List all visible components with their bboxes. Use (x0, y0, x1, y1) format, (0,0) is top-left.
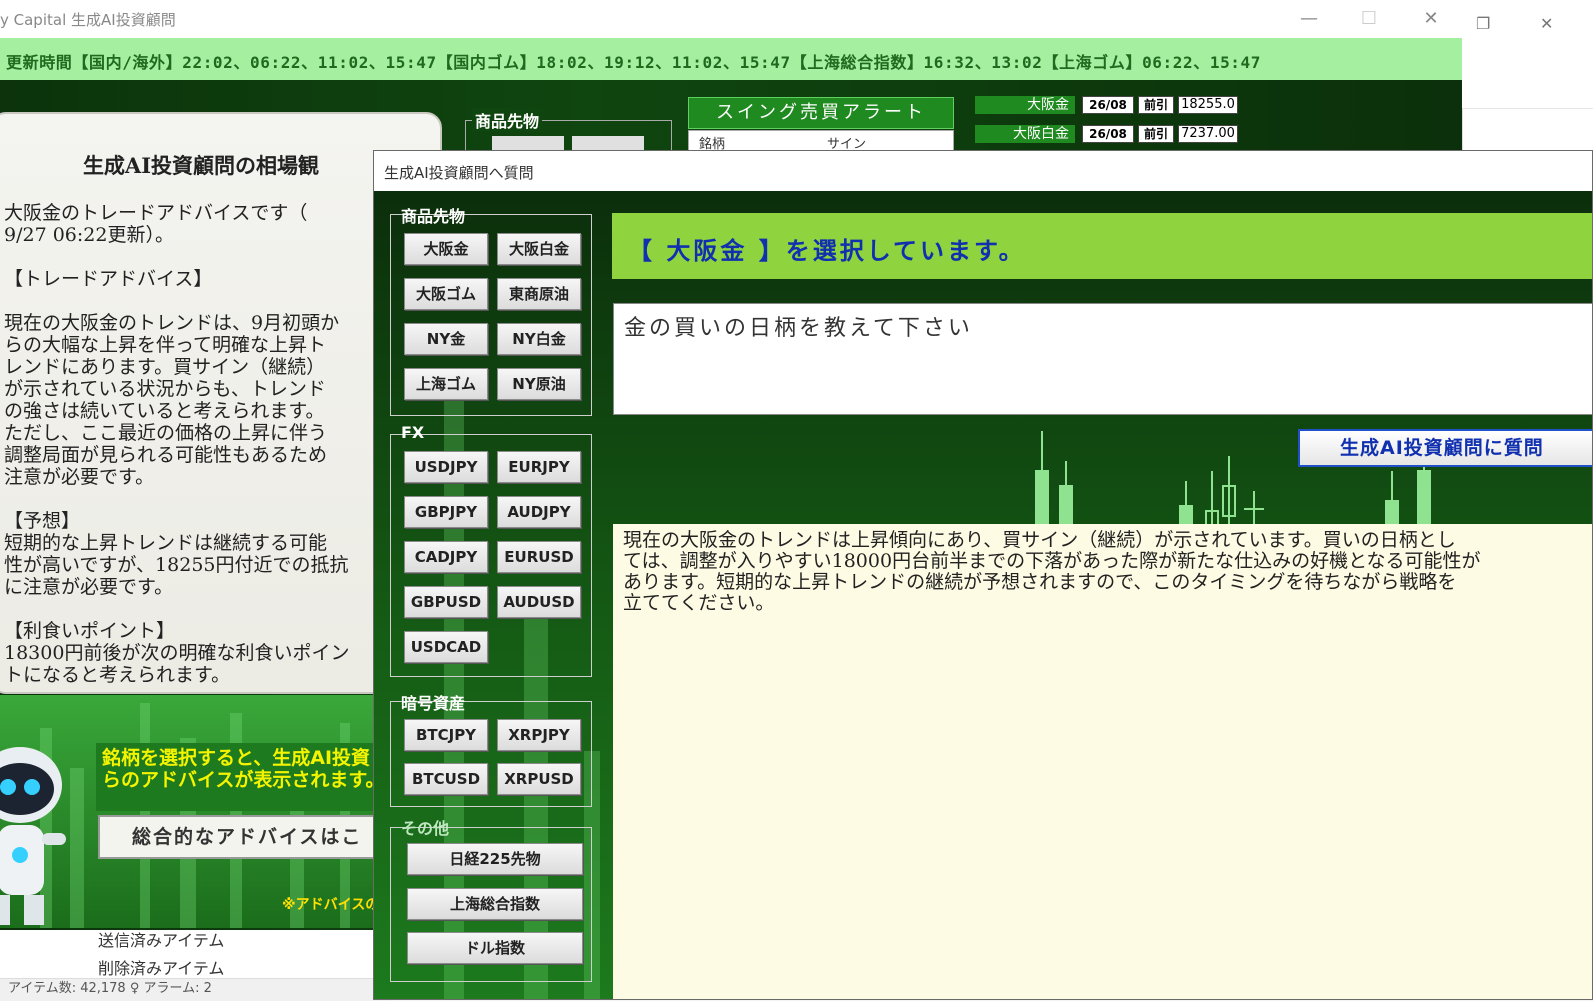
update-time-bar: 更新時間【国内/海外】22:02、06:22、11:02、15:47【国内ゴム】… (0, 38, 1462, 80)
market-view-text: 大阪金のトレードアドバイスです（ 9/27 06:22更新）。 【トレードアドバ… (4, 202, 350, 686)
ticker-name: 大阪金 (975, 96, 1075, 114)
overall-advice-button[interactable]: 総合的なアドバイスはこ (98, 815, 380, 859)
btn-osaka-gold[interactable]: 大阪金 (404, 233, 488, 265)
btn-nikkei225-futures[interactable]: 日経225先物 (407, 843, 583, 875)
ticker-date: 26/08 (1082, 125, 1134, 143)
btn-dollar-index[interactable]: ドル指数 (407, 932, 583, 964)
ask-advisor-button[interactable]: 生成AI投資顧問に質問 (1298, 429, 1592, 467)
commodity-group-label: 商品先物 (401, 207, 466, 226)
btn-tocom-crude[interactable]: 東商原油 (497, 278, 581, 310)
selection-banner: 【 大阪金 】を選択しています。 (612, 213, 1592, 279)
btn-audusd[interactable]: AUDUSD (497, 586, 581, 618)
btn-gbpjpy[interactable]: GBPJPY (404, 496, 488, 528)
main-titlebar: y Capital 生成AI投資顧問 — ☐ ✕ (0, 0, 1462, 38)
btn-eurjpy[interactable]: EURJPY (497, 451, 581, 483)
btn-ny-platinum[interactable]: NY白金 (497, 323, 581, 355)
main-window-title: y Capital 生成AI投資顧問 (0, 11, 176, 29)
btn-btcusd[interactable]: BTCUSD (404, 763, 488, 795)
ticker-price: 7237.00 (1178, 125, 1238, 143)
other-group-label: その他 (401, 819, 450, 838)
btn-usdcad[interactable]: USDCAD (404, 631, 488, 663)
answer-content: 現在の大阪金のトレンドは上昇傾向にあり、買サイン（継続）が示されています。買いの… (623, 529, 1481, 614)
maximize-icon[interactable]: ☐ (1346, 6, 1392, 32)
commodity-button-stub[interactable] (492, 136, 564, 150)
ask-dialog: 生成AI投資顧問へ質問 商品先物 大阪金 大阪白金 大阪ゴム 東商原油 NY金 … (373, 150, 1593, 1000)
nav-sent-items[interactable]: 送信済みアイテム (98, 927, 224, 951)
ticker-session: 前引 (1138, 125, 1174, 143)
btn-osaka-platinum[interactable]: 大阪白金 (497, 233, 581, 265)
dialog-titlebar: 生成AI投資顧問へ質問 (374, 151, 1592, 191)
minimize-icon[interactable]: — (1286, 6, 1332, 32)
close-icon[interactable]: ✕ (1540, 14, 1553, 33)
swing-alert-table-header: 銘柄 サイン (688, 130, 954, 152)
restore-icon[interactable]: ❐ (1476, 14, 1490, 33)
fx-group-label: FX (401, 423, 425, 442)
promo-panel: 銘柄を選択すると、生成AI投資 らのアドバイスが表示されます。 総合的なアドバイ… (0, 695, 380, 928)
market-view-title: 生成AI投資顧問の相場観 (82, 153, 320, 178)
btn-audjpy[interactable]: AUDJPY (497, 496, 581, 528)
btn-xrpjpy[interactable]: XRPJPY (497, 719, 581, 751)
btn-eurusd[interactable]: EURUSD (497, 541, 581, 573)
ticker-session: 前引 (1138, 96, 1174, 114)
ticker-name: 大阪白金 (975, 125, 1075, 143)
update-time-text: 更新時間【国内/海外】22:02、06:22、11:02、15:47【国内ゴム】… (6, 53, 1262, 72)
btn-gbpusd[interactable]: GBPUSD (404, 586, 488, 618)
background-status-bar: アイテム数: 42,178 ♀ アラーム: 2 (0, 978, 388, 1001)
crypto-group-label: 暗号資産 (401, 694, 466, 713)
btn-shanghai-composite[interactable]: 上海総合指数 (407, 888, 583, 920)
background-panel (1462, 108, 1593, 153)
dialog-title: 生成AI投資顧問へ質問 (384, 164, 534, 182)
close-icon[interactable]: ✕ (1408, 6, 1454, 32)
ticker-price: 18255.0 (1178, 96, 1238, 114)
btn-shanghai-rubber[interactable]: 上海ゴム (404, 368, 488, 400)
commodity-group-background-label: 商品先物 (472, 108, 543, 132)
advice-note: ※アドバイスの (282, 897, 380, 913)
btn-xrpusd[interactable]: XRPUSD (497, 763, 581, 795)
swing-alert-header: スイング売買アラート (688, 97, 954, 129)
robot-mascot-icon (0, 747, 66, 925)
btn-usdjpy[interactable]: USDJPY (404, 451, 488, 483)
answer-text: 現在の大阪金のトレンドは上昇傾向にあり、買サイン（継続）が示されています。買いの… (613, 524, 1592, 999)
dialog-body: 商品先物 大阪金 大阪白金 大阪ゴム 東商原油 NY金 NY白金 上海ゴム NY… (374, 191, 1592, 999)
promo-headline: 銘柄を選択すると、生成AI投資 らのアドバイスが表示されます。 (96, 743, 380, 811)
btn-ny-gold[interactable]: NY金 (404, 323, 488, 355)
btn-cadjpy[interactable]: CADJPY (404, 541, 488, 573)
question-input[interactable]: 金の買いの日柄を教えて下さい (613, 303, 1592, 415)
commodity-button-stub[interactable] (572, 136, 644, 150)
ticker-date: 26/08 (1082, 96, 1134, 114)
btn-osaka-rubber[interactable]: 大阪ゴム (404, 278, 488, 310)
btn-btcjpy[interactable]: BTCJPY (404, 719, 488, 751)
selection-text: 【 大阪金 】を選択しています。 (628, 237, 1026, 265)
nav-deleted-items[interactable]: 削除済みアイテム (98, 955, 224, 979)
btn-ny-crude[interactable]: NY原油 (497, 368, 581, 400)
